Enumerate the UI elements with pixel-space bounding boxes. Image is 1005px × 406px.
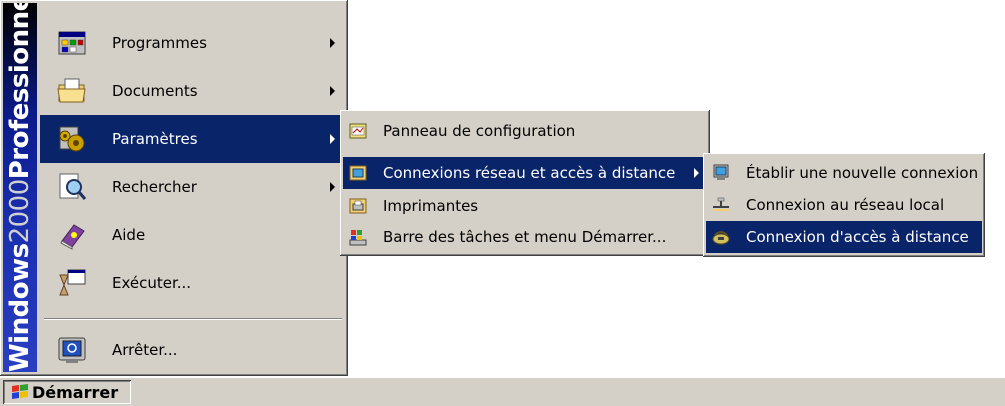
start-button[interactable]: Démarrer	[3, 380, 131, 404]
submenu-arrow-icon	[330, 182, 335, 192]
start-menu-item-programmes[interactable]: Programmes	[40, 19, 345, 67]
submenu-arrow-icon	[330, 86, 335, 96]
submenu-item-label: Connexion d'accès à distance	[746, 228, 969, 246]
submenu-arrow-icon	[330, 38, 335, 48]
submenu-item-label: Barre des tâches et menu Démarrer...	[383, 228, 667, 246]
settings-submenu: Panneau de configuration Connexions rése…	[340, 110, 710, 256]
submenu-arrow-icon	[694, 168, 699, 178]
help-book-icon	[60, 224, 85, 250]
windows-2000-banner: Windows2000Professionnel	[3, 3, 37, 372]
submenu-item-taskbar[interactable]: Barre des tâches et menu Démarrer...	[343, 221, 707, 253]
submenu-item-new-connection[interactable]: Établir une nouvelle connexion	[706, 157, 982, 189]
start-menu-item-arreter[interactable]: Arrêter...	[40, 326, 345, 374]
start-menu-item-rechercher[interactable]: Rechercher	[40, 163, 345, 211]
banner-text: Windows2000Professionnel	[5, 3, 35, 372]
submenu-item-control-panel[interactable]: Panneau de configuration	[343, 115, 707, 147]
lan-icon	[713, 197, 729, 211]
start-menu-item-label: Rechercher	[112, 178, 197, 196]
printers-icon	[349, 198, 367, 214]
shutdown-icon	[58, 337, 86, 363]
new-connection-icon	[713, 164, 729, 180]
start-menu-item-label: Programmes	[112, 34, 207, 52]
submenu-arrow-icon	[330, 134, 335, 144]
search-icon	[59, 173, 87, 200]
submenu-item-label: Établir une nouvelle connexion	[746, 164, 979, 182]
windows-flag-icon	[12, 384, 28, 399]
start-menu-item-aide[interactable]: Aide	[40, 211, 345, 259]
start-menu-item-documents[interactable]: Documents	[40, 67, 345, 115]
programs-icon	[58, 31, 86, 55]
start-menu-item-label: Paramètres	[112, 130, 198, 148]
submenu-item-printers[interactable]: Imprimantes	[343, 190, 707, 222]
start-menu-item-parametres[interactable]: Paramètres	[40, 115, 345, 163]
start-menu: Windows2000Professionnel Programmes Docu…	[0, 0, 348, 376]
submenu-item-dialup-connection[interactable]: Connexion d'accès à distance	[706, 221, 982, 253]
submenu-item-label: Panneau de configuration	[383, 122, 576, 140]
taskbar	[0, 377, 1005, 406]
taskbar-icon	[349, 230, 367, 246]
submenu-item-label: Connexions réseau et accès à distance	[383, 164, 676, 182]
start-button-label: Démarrer	[32, 382, 119, 402]
start-menu-item-label: Documents	[112, 82, 198, 100]
documents-folder-icon	[57, 78, 86, 103]
submenu-item-network-connections[interactable]: Connexions réseau et accès à distance	[343, 157, 707, 189]
submenu-item-label: Connexion au réseau local	[746, 196, 945, 214]
settings-icon	[59, 126, 85, 152]
start-menu-item-label: Exécuter...	[112, 274, 192, 292]
start-menu-item-label: Arrêter...	[112, 341, 178, 359]
submenu-item-label: Imprimantes	[383, 197, 479, 215]
start-menu-item-label: Aide	[112, 226, 146, 244]
start-menu-separator	[44, 318, 342, 320]
control-panel-icon	[349, 123, 367, 139]
dialup-icon	[712, 231, 730, 245]
network-connections-icon	[349, 165, 367, 181]
run-icon	[59, 269, 86, 296]
submenu-item-lan-connection[interactable]: Connexion au réseau local	[706, 189, 982, 221]
start-menu-item-executer[interactable]: Exécuter...	[40, 259, 345, 307]
connections-submenu: Établir une nouvelle connexion Connexion…	[703, 153, 985, 257]
